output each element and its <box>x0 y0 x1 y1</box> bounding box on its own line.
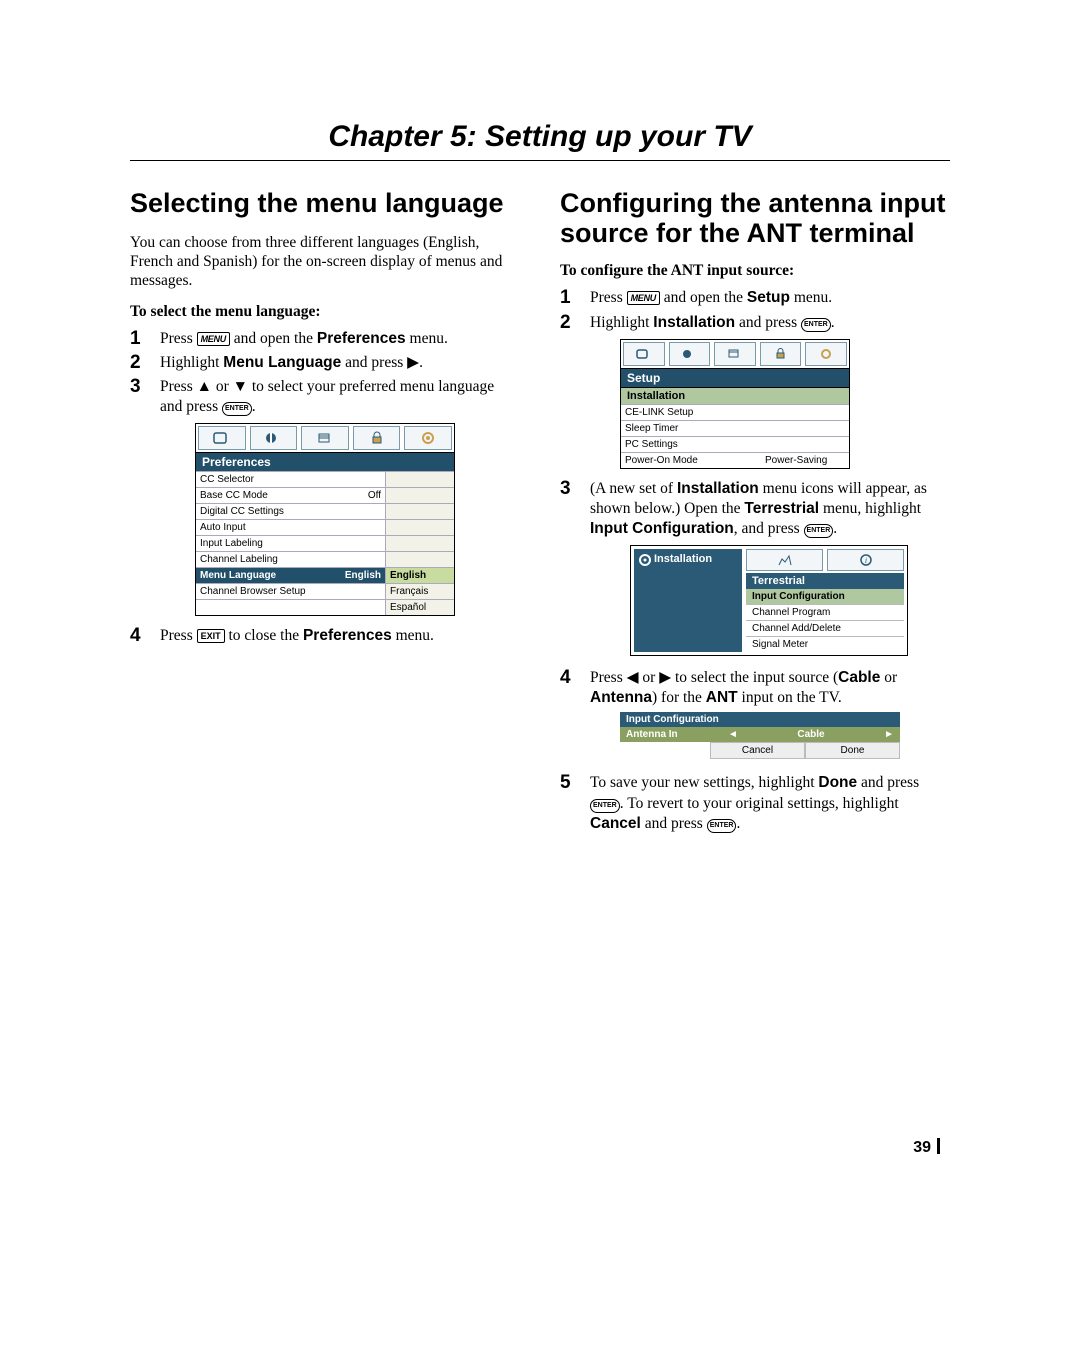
section-heading-right: Configuring the antenna input source for… <box>560 189 950 248</box>
tab-icon <box>198 426 246 450</box>
menu-key-icon: MENU <box>197 332 230 346</box>
up-arrow-icon: ▲ <box>197 378 212 395</box>
chapter-title: Chapter 5: Setting up your TV <box>130 120 950 154</box>
step-text: Press MENU and open the Preferences menu… <box>160 329 520 349</box>
step-number: 3 <box>560 479 590 499</box>
left-arrow-icon: ◀ <box>627 669 639 686</box>
enter-key-icon: ENTER <box>801 318 831 332</box>
menu-header: Preferences <box>195 453 455 471</box>
step-text: Highlight Menu Language and press ▶. <box>160 353 520 373</box>
menu-tabbar <box>620 339 850 369</box>
installation-menu: Installation i Terrestrial Input Configu… <box>630 545 908 656</box>
tab-icon <box>760 342 802 366</box>
menu-header: Setup <box>620 369 850 387</box>
step-number: 2 <box>560 313 590 333</box>
menu-list: CC Selector Base CC ModeOff Digital CC S… <box>195 471 455 616</box>
tab-icon <box>714 342 756 366</box>
panel-header: Input Configuration <box>620 712 900 727</box>
step-text: Highlight Installation and press ENTER. <box>590 313 950 333</box>
left-arrow-icon: ◄ <box>728 729 738 740</box>
enter-key-icon: ENTER <box>590 799 620 813</box>
step-number: 1 <box>560 288 590 308</box>
step-number: 4 <box>130 626 160 646</box>
setup-menu: Setup Installation CE-LINK Setup Sleep T… <box>620 339 850 469</box>
tab-icon <box>301 426 349 450</box>
menu-row-selected: Menu LanguageEnglishEnglish <box>196 567 454 583</box>
step-number: 5 <box>560 773 590 793</box>
enter-key-icon: ENTER <box>222 402 252 416</box>
step-number: 1 <box>130 329 160 349</box>
panel-row-selected: Input Configuration <box>746 589 904 604</box>
step-number: 4 <box>560 668 590 688</box>
step-number: 3 <box>130 377 160 397</box>
right-arrow-icon: ▶ <box>407 354 419 371</box>
done-button: Done <box>805 742 900 759</box>
intro-paragraph: You can choose from three different lang… <box>130 233 520 291</box>
right-arrow-icon: ▶ <box>659 669 671 686</box>
step-text: Press ▲ or ▼ to select your preferred me… <box>160 377 520 417</box>
preferences-menu: Preferences CC Selector Base CC ModeOff … <box>195 423 455 616</box>
enter-key-icon: ENTER <box>707 819 737 833</box>
step-number: 2 <box>130 353 160 373</box>
tab-icon <box>404 426 452 450</box>
tab-icon <box>250 426 298 450</box>
right-arrow-icon: ► <box>884 729 894 740</box>
panel-item: Channel Program <box>746 604 904 620</box>
panel-header: Terrestrial <box>746 573 904 589</box>
cancel-button: Cancel <box>710 742 805 759</box>
step-text: Press MENU and open the Setup menu. <box>590 288 950 308</box>
down-arrow-icon: ▼ <box>233 378 248 395</box>
gear-icon <box>638 553 652 567</box>
tab-icon <box>746 549 823 571</box>
step-text: Press ◀ or ▶ to select the input source … <box>590 668 950 708</box>
tab-icon: i <box>827 549 904 571</box>
panel-item: Channel Add/Delete <box>746 620 904 636</box>
page-number: 39 <box>130 1138 950 1157</box>
step-text: (A new set of Installation menu icons wi… <box>590 479 950 539</box>
section-heading-left: Selecting the menu language <box>130 189 520 219</box>
step-text: Press EXIT to close the Preferences menu… <box>160 626 520 646</box>
step-text: To save your new settings, highlight Don… <box>590 773 950 833</box>
subheading-left: To select the menu language: <box>130 303 520 321</box>
menu-key-icon: MENU <box>627 291 660 305</box>
input-configuration-panel: Input Configuration Antenna In ◄ Cable ►… <box>620 712 900 759</box>
menu-tabbar <box>195 423 455 453</box>
tab-icon <box>669 342 711 366</box>
tab-icon <box>623 342 665 366</box>
svg-text:i: i <box>864 556 866 565</box>
panel-item: Signal Meter <box>746 636 904 652</box>
exit-key-icon: EXIT <box>197 629 225 643</box>
tab-icon <box>805 342 847 366</box>
tab-icon <box>353 426 401 450</box>
field-label: Antenna In <box>620 727 722 742</box>
enter-key-icon: ENTER <box>804 524 834 538</box>
subheading-right: To configure the ANT input source: <box>560 262 950 280</box>
divider <box>130 160 950 161</box>
menu-row-selected: Installation <box>620 387 850 404</box>
field-value: ◄ Cable ► <box>722 727 900 742</box>
